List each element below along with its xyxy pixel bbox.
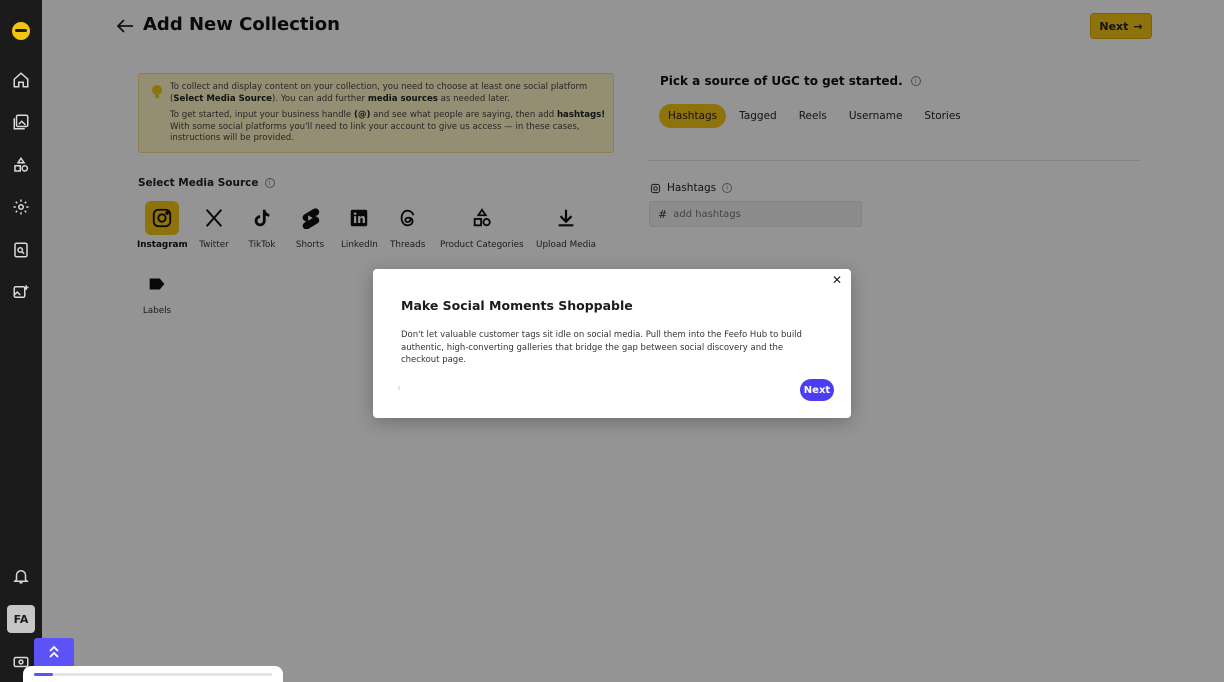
modal-body: Don't let valuable customer tags sit idl… (401, 330, 802, 365)
search-document-icon[interactable] (11, 240, 31, 260)
close-icon[interactable]: ✕ (831, 274, 843, 286)
bell-icon[interactable] (11, 566, 31, 586)
app-logo[interactable] (12, 22, 30, 40)
tour-progress-fill (34, 673, 54, 676)
gallery-icon[interactable] (11, 112, 31, 132)
chevron-left-icon[interactable]: ‹ (397, 383, 401, 394)
sidebar: FA (0, 0, 42, 682)
home-icon[interactable] (11, 70, 31, 90)
scroll-up-button[interactable] (34, 638, 74, 666)
modal-title: Make Social Moments Shoppable (401, 298, 633, 313)
shapes-icon[interactable] (11, 155, 31, 175)
avatar[interactable]: FA (7, 605, 35, 633)
settings-icon[interactable] (11, 197, 31, 217)
add-image-icon[interactable] (11, 282, 31, 302)
double-chevron-up-icon (49, 645, 59, 658)
tour-progress-track (34, 673, 272, 676)
modal-next-button[interactable]: Next (800, 379, 834, 401)
tour-modal: ✕ Make Social Moments Shoppable Don't le… (373, 269, 851, 418)
tour-progress-card (23, 666, 283, 682)
